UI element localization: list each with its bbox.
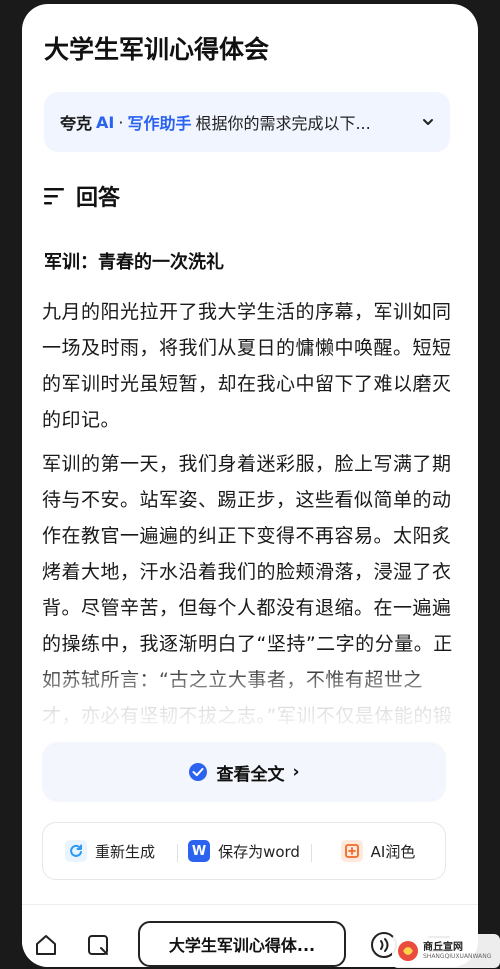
brand-ai-label: AI [96,112,115,132]
helper-description: 根据你的需求完成以下... [195,114,371,133]
page-title: 大学生军训心得体会 [44,35,270,64]
ai-writing-assistant-bar[interactable]: 夸克 AI · 写作助手 根据你的需求完成以下... [44,92,450,152]
current-query-pill[interactable]: 大学生军训心得体... [138,921,346,967]
watermark-text: 商丘宣网 [423,942,463,953]
site-watermark: 商丘宣网 SHANGQIUXUANWANG [392,934,500,968]
helper-label: 写作助手 [127,114,192,133]
polish-icon [340,840,363,862]
home-icon[interactable] [34,933,58,957]
separator: · [118,112,124,132]
answer-subheading: 军训：青春的一次洗礼 [44,252,224,273]
ai-polish-button[interactable]: AI润色 [311,840,445,862]
watermark-logo-icon [398,941,418,961]
save-as-word-button[interactable]: W 保存为word [177,840,311,862]
chevron-right-icon: › [292,762,300,782]
paragraph: 九月的阳光拉开了我大学生活的序幕，军训如同一场及时雨，将我们从夏日的慵懒中唤醒。… [42,301,452,431]
answer-header: 回答 [44,180,120,212]
watermark-text-block: 商丘宣网 SHANGQIUXUANWANG [423,942,491,960]
save-as-word-label: 保存为word [218,842,300,861]
refresh-icon [64,840,87,862]
answer-heading: 回答 [76,186,121,211]
watermark-subtext: SHANGQIUXUANWANG [423,953,492,960]
chevron-down-icon[interactable] [422,116,434,128]
new-chat-icon[interactable] [86,933,110,957]
regenerate-button[interactable]: 重新生成 [43,840,177,862]
word-icon: W [188,840,211,862]
action-bar: 重新生成 W 保存为word AI润色 [42,822,446,880]
ai-polish-label: AI润色 [370,842,416,861]
regenerate-label: 重新生成 [94,842,155,861]
view-full-text-label: 查看全文 [216,764,285,785]
check-circle-icon [189,763,208,781]
phone-screen: 大学生军训心得体会 夸克 AI · 写作助手 根据你的需求完成以下... 回答 军训… [22,4,478,967]
brand-name: 夸克 [60,114,93,133]
view-full-text-button[interactable]: 查看全文 › [42,742,446,802]
answer-lines-icon [44,188,64,205]
